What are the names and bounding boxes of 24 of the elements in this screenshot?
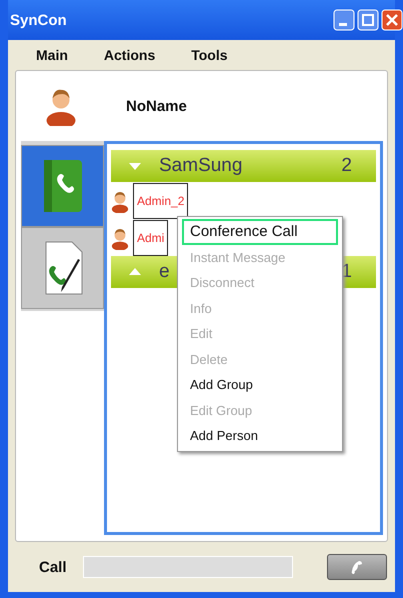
group-count: 2 — [341, 155, 352, 177]
window-title: SynCon — [9, 12, 67, 28]
group-name: SamSung — [159, 155, 242, 177]
group-count: 1 — [341, 261, 352, 283]
user-name: NoName — [126, 98, 187, 114]
menu-item[interactable]: Main — [36, 47, 68, 63]
call-button[interactable] — [326, 554, 387, 580]
expand-toggle-icon[interactable] — [129, 161, 141, 171]
contact-name[interactable]: Admi — [133, 220, 168, 256]
context-menu-item[interactable]: Conference Call — [182, 219, 338, 244]
group-name: e — [159, 261, 170, 283]
minimize-icon[interactable] — [333, 9, 355, 31]
close-icon[interactable] — [381, 9, 403, 31]
context-menu-item[interactable]: Add Person — [182, 423, 338, 448]
expand-toggle-icon[interactable] — [129, 267, 141, 277]
context-menu-item[interactable]: Add Group — [182, 372, 338, 398]
contact-name[interactable]: Admin_2 — [133, 182, 188, 218]
menu-item[interactable]: Actions — [104, 47, 156, 63]
group-header[interactable]: SamSung 2 — [111, 150, 376, 182]
side-tab[interactable] — [21, 227, 104, 309]
maximize-icon[interactable] — [357, 9, 379, 31]
call-input-field[interactable] — [82, 556, 293, 578]
call-label: Call — [39, 558, 67, 576]
menu-item[interactable]: Tools — [191, 47, 228, 63]
